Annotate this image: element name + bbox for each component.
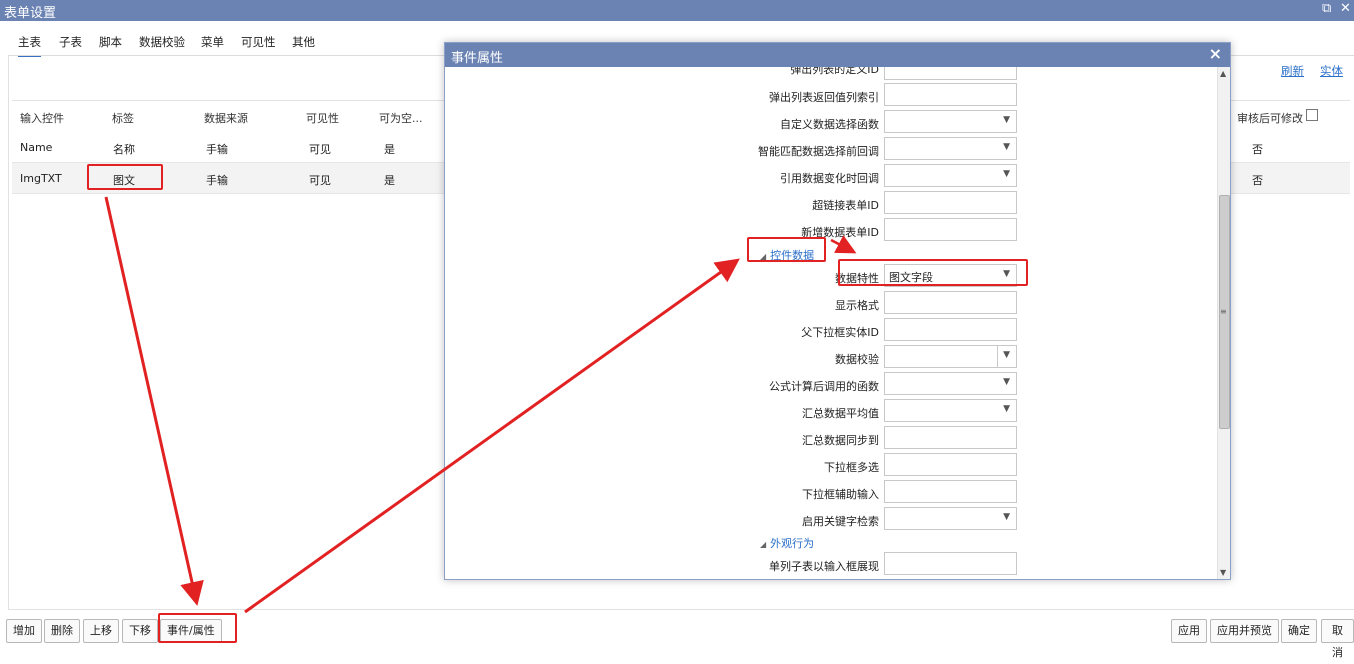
cell-editable: 否 <box>1252 143 1263 156</box>
column-header-control: 输入控件 <box>20 112 64 125</box>
chevron-down-icon: ▼ <box>1003 404 1010 414</box>
prop-label: 启用关键字检索 <box>802 515 879 528</box>
prop-select[interactable]: ▼ <box>884 507 1017 530</box>
prop-label: 新增数据表单ID <box>801 226 879 239</box>
prop-label: 数据特性 <box>835 272 879 285</box>
prop-field[interactable] <box>884 318 1017 341</box>
annotation-box-event-button <box>158 613 237 643</box>
prop-field[interactable] <box>884 291 1017 314</box>
cell-visible: 可见 <box>309 143 331 156</box>
chevron-down-icon: ▼ <box>1003 169 1010 179</box>
chevron-down-icon: ▼ <box>1003 115 1010 125</box>
cell-label: 名称 <box>113 143 135 156</box>
annotation-box-section <box>747 237 826 262</box>
prop-label: 汇总数据同步到 <box>802 434 879 447</box>
triangle-icon: ◢ <box>760 540 767 549</box>
dialog-close-icon[interactable]: × <box>1209 44 1222 63</box>
cell-editable: 否 <box>1252 174 1263 187</box>
cell-source: 手输 <box>206 143 228 156</box>
tab-validation[interactable]: 数据校验 <box>139 34 185 50</box>
grip-icon: ≡ <box>1220 307 1227 316</box>
column-header-source: 数据来源 <box>204 112 248 125</box>
section-appearance[interactable]: ◢ 外观行为 <box>760 535 814 551</box>
prop-label: 智能匹配数据选择前回调 <box>758 145 879 158</box>
column-header-visible: 可见性 <box>306 112 339 125</box>
column-header-nullable: 可为空... <box>379 112 423 125</box>
chevron-down-icon: ▼ <box>1003 142 1010 152</box>
dialog-titlebar: 事件属性 × <box>445 43 1230 67</box>
window-titlebar: 表单设置 ⧉ ✕ <box>0 0 1354 21</box>
cell-visible: 可见 <box>309 174 331 187</box>
prop-field[interactable] <box>884 67 1017 80</box>
prop-select[interactable]: ▼ <box>884 372 1017 395</box>
event-property-dialog: 事件属性 × 弹出列表的定义ID 弹出列表返回值列索引 自定义数据选择函数 ▼ … <box>444 42 1231 580</box>
entity-link[interactable]: 实体 <box>1320 63 1343 79</box>
prop-label: 超链接表单ID <box>812 199 879 212</box>
prop-field[interactable] <box>884 426 1017 449</box>
dialog-scrollbar[interactable]: ▲ ≡ ▼ <box>1217 67 1230 579</box>
prop-select[interactable]: ▼ <box>884 399 1017 422</box>
close-icon[interactable]: ✕ <box>1340 1 1351 16</box>
cell-control: ImgTXT <box>20 172 62 185</box>
window-title: 表单设置 <box>4 6 57 21</box>
move-down-button[interactable]: 下移 <box>122 619 158 643</box>
prop-field[interactable] <box>884 552 1017 575</box>
prop-label: 下拉框多选 <box>824 461 879 474</box>
arrow-up-icon[interactable]: ▲ <box>1220 69 1226 78</box>
dialog-body: 弹出列表的定义ID 弹出列表返回值列索引 自定义数据选择函数 ▼ 智能匹配数据选… <box>445 67 1217 579</box>
apply-preview-button[interactable]: 应用并预览 <box>1210 619 1279 643</box>
prop-label: 公式计算后调用的函数 <box>769 380 879 393</box>
tab-visibility[interactable]: 可见性 <box>241 34 276 50</box>
prop-label: 弹出列表返回值列索引 <box>769 91 879 104</box>
chevron-down-icon: ▼ <box>1003 512 1010 522</box>
prop-field[interactable] <box>884 83 1017 106</box>
delete-button[interactable]: 删除 <box>44 619 80 643</box>
column-header-label: 标签 <box>112 112 134 125</box>
arrow-down-icon[interactable]: ▼ <box>1220 568 1226 577</box>
prop-label: 自定义数据选择函数 <box>780 118 879 131</box>
tab-script[interactable]: 脚本 <box>99 34 122 50</box>
ok-button[interactable]: 确定 <box>1281 619 1317 643</box>
cell-source: 手输 <box>206 174 228 187</box>
prop-select[interactable]: ▼ <box>884 110 1017 133</box>
chevron-down-icon: ▼ <box>1003 350 1010 360</box>
column-header-editable: 审核后可修改 <box>1237 112 1303 125</box>
prop-label: 单列子表以输入框展现 <box>769 560 879 573</box>
prop-field[interactable] <box>884 218 1017 241</box>
restore-icon[interactable]: ⧉ <box>1322 1 1331 16</box>
tab-other[interactable]: 其他 <box>292 34 315 50</box>
editable-checkbox[interactable] <box>1306 109 1318 121</box>
move-up-button[interactable]: 上移 <box>83 619 119 643</box>
cell-nullable: 是 <box>384 143 395 156</box>
prop-label: 引用数据变化时回调 <box>780 172 879 185</box>
dialog-title: 事件属性 <box>451 51 504 66</box>
prop-label: 显示格式 <box>835 299 879 312</box>
prop-label: 下拉框辅助输入 <box>802 488 879 501</box>
refresh-link[interactable]: 刷新 <box>1281 63 1304 79</box>
prop-label: 数据校验 <box>835 353 879 366</box>
prop-field[interactable] <box>884 191 1017 214</box>
cancel-button[interactable]: 取消 <box>1321 619 1354 659</box>
tab-main[interactable]: 主表 <box>18 34 41 57</box>
tab-menu[interactable]: 菜单 <box>201 34 224 50</box>
prop-select[interactable]: ▼ <box>884 164 1017 187</box>
prop-select[interactable]: ▼ <box>884 137 1017 160</box>
prop-combo[interactable]: ▼ <box>884 345 1017 368</box>
cell-control: Name <box>20 141 53 154</box>
chevron-down-icon: ▼ <box>1003 377 1010 387</box>
prop-field[interactable] <box>884 480 1017 503</box>
annotation-box-data-feature <box>838 259 1028 286</box>
prop-field[interactable] <box>884 453 1017 476</box>
add-button[interactable]: 增加 <box>6 619 42 643</box>
apply-button[interactable]: 应用 <box>1171 619 1207 643</box>
annotation-box-label-cell <box>87 164 163 190</box>
cell-nullable: 是 <box>384 174 395 187</box>
prop-label: 汇总数据平均值 <box>802 407 879 420</box>
prop-label: 弹出列表的定义ID <box>790 67 879 76</box>
tab-subtable[interactable]: 子表 <box>59 34 82 50</box>
prop-label: 父下拉框实体ID <box>801 326 879 339</box>
